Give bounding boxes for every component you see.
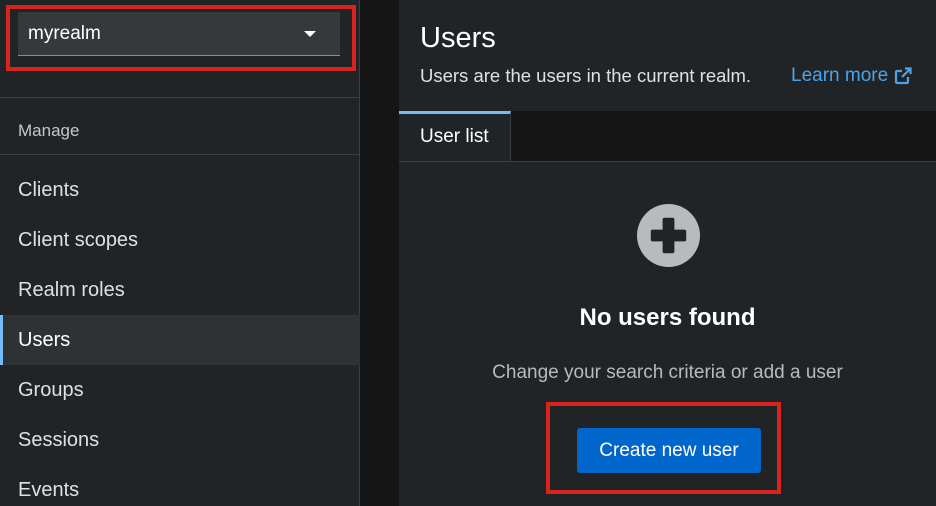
learn-more-label: Learn more: [791, 65, 889, 86]
sidebar-item-events[interactable]: Events: [0, 465, 360, 506]
plus-circle-icon: [636, 203, 701, 268]
sidebar-item-realm-roles[interactable]: Realm roles: [0, 265, 360, 315]
sidebar-item-users[interactable]: Users: [0, 315, 360, 365]
sidebar-divider: [0, 97, 360, 98]
page-subtitle: Users are the users in the current realm…: [420, 65, 752, 86]
empty-state-body: Change your search criteria or add a use…: [492, 362, 843, 383]
sidebar-item-groups[interactable]: Groups: [0, 365, 360, 415]
realm-selector[interactable]: myrealm: [18, 12, 340, 56]
main-content: Users Users are the users in the current…: [361, 0, 936, 506]
sidebar-item-clients[interactable]: Clients: [0, 165, 360, 215]
sidebar-item-sessions[interactable]: Sessions: [0, 415, 360, 465]
learn-more-link[interactable]: Learn more: [791, 65, 912, 87]
empty-state-title: No users found: [579, 304, 756, 331]
realm-selector-value: myrealm: [28, 22, 101, 44]
sidebar-divider: [0, 154, 360, 155]
caret-down-icon: [304, 30, 316, 37]
create-new-user-button[interactable]: Create new user: [577, 428, 761, 473]
tab-user-list[interactable]: User list: [399, 111, 511, 161]
tab-bar: User list: [399, 111, 936, 162]
external-link-icon: [895, 67, 912, 85]
sidebar: myrealm Manage Clients Client scopes Rea…: [0, 0, 360, 506]
sidebar-item-client-scopes[interactable]: Client scopes: [0, 215, 360, 265]
app-window: myrealm Manage Clients Client scopes Rea…: [0, 0, 936, 506]
sidebar-section-title: Manage: [18, 121, 80, 140]
page-title: Users: [420, 22, 496, 54]
sidebar-nav: Clients Client scopes Realm roles Users …: [0, 165, 360, 506]
